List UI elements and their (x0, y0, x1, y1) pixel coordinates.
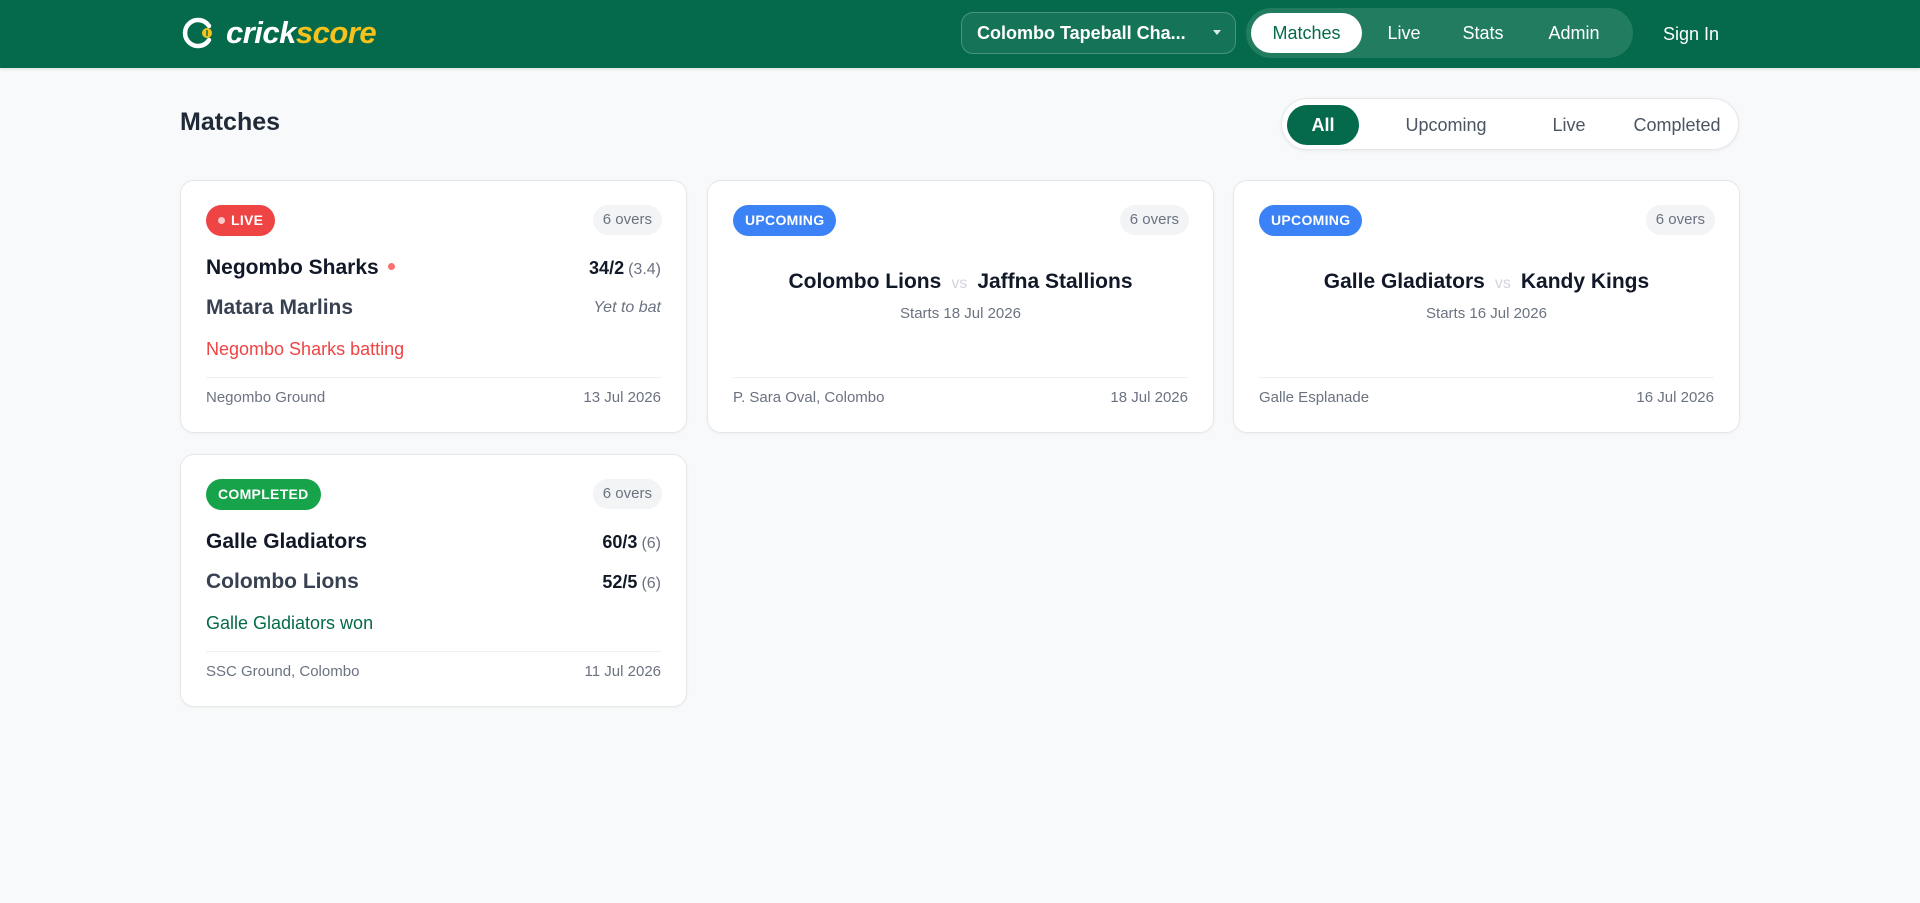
divider (206, 377, 661, 378)
vs-label: vs (951, 275, 968, 292)
status-badge: COMPLETED (206, 479, 321, 510)
team-name: Negombo Sharks (206, 256, 379, 279)
team-name: Colombo Lions (788, 270, 942, 293)
venue: SSC Ground, Colombo (206, 663, 360, 680)
match-summary: Galle Gladiators won (206, 613, 374, 633)
status-filter: All Upcoming Live Completed (1281, 98, 1739, 150)
batting-indicator-icon (387, 263, 395, 270)
status-badge: UPCOMING (733, 205, 837, 236)
divider (206, 651, 661, 652)
match-date: 18 Jul 2026 (1110, 389, 1188, 406)
sign-in-button[interactable]: Sign In (1649, 14, 1733, 54)
team-name: Matara Marlins (206, 296, 354, 319)
fixture-title: Colombo Lions vs Jaffna Stallions (708, 270, 1213, 294)
divider (733, 377, 1188, 378)
filter-live[interactable]: Live (1523, 105, 1615, 145)
team-score: 60/3 (6) (602, 532, 661, 552)
page-title: Matches (180, 108, 281, 136)
match-date: 13 Jul 2026 (583, 389, 661, 406)
main-nav: Matches Live Stats Admin (1246, 8, 1633, 58)
filter-upcoming[interactable]: Upcoming (1378, 105, 1514, 145)
filter-all[interactable]: All (1287, 105, 1359, 145)
team-score: 52/5 (6) (602, 572, 661, 592)
match-summary: Negombo Sharks batting (206, 339, 405, 359)
match-card[interactable]: UPCOMING 6 overs Galle Gladiators vs Kandy… (1233, 180, 1740, 433)
team-score: 34/2 (3.4) (589, 258, 661, 278)
status-badge: UPCOMING (1259, 205, 1363, 236)
team-name: Kandy Kings (1520, 270, 1650, 293)
team-row: Negombo Sharks (206, 256, 395, 280)
start-date: Starts 16 Jul 2026 (1426, 305, 1547, 322)
venue: Negombo Ground (206, 389, 326, 406)
logo[interactable]: crickscore (182, 14, 377, 52)
nav-admin[interactable]: Admin (1530, 13, 1618, 53)
match-card[interactable]: UPCOMING 6 overs Colombo Lions vs Jaffna S… (707, 180, 1214, 433)
match-date: 11 Jul 2026 (584, 663, 661, 680)
status-badge: LIVE (206, 205, 276, 236)
team-name: Colombo Lions (206, 570, 359, 593)
overs-badge: 6 overs (1119, 205, 1189, 235)
tournament-select-value: Colombo Tapeball Cha... (977, 22, 1186, 43)
venue: P. Sara Oval, Colombo (733, 389, 885, 406)
overs-badge: 6 overs (592, 479, 662, 509)
nav-live[interactable]: Live (1372, 13, 1436, 53)
filter-completed[interactable]: Completed (1621, 105, 1733, 145)
tournament-select[interactable]: Colombo Tapeball Cha... (961, 12, 1236, 54)
live-dot-icon (218, 217, 225, 224)
overs-badge: 6 overs (1645, 205, 1715, 235)
divider (1259, 377, 1714, 378)
top-navbar: crickscore Colombo Tapeball Cha... Match… (0, 0, 1920, 68)
venue: Galle Esplanade (1259, 389, 1370, 406)
overs-badge: 6 overs (592, 205, 662, 235)
nav-stats[interactable]: Stats (1446, 13, 1520, 53)
start-date: Starts 18 Jul 2026 (900, 305, 1021, 322)
team-name: Jaffna Stallions (977, 270, 1133, 293)
nav-matches[interactable]: Matches (1251, 13, 1362, 53)
team-name: Galle Gladiators (1323, 270, 1485, 293)
match-card[interactable]: COMPLETED 6 overs Galle Gladiators 60/3(… (180, 454, 687, 707)
yet-to-bat-label: Yet to bat (593, 299, 661, 316)
match-date: 16 Jul 2026 (1636, 389, 1714, 406)
chevron-down-icon (1213, 30, 1221, 35)
logo-text: crickscore (226, 15, 377, 50)
fixture-title: Galle Gladiators vs Kandy Kings (1234, 270, 1739, 294)
team-name: Galle Gladiators (206, 530, 368, 553)
match-card[interactable]: LIVE 6 overs Negombo Sharks 34/2 (3.4) Ma… (180, 180, 687, 433)
vs-label: vs (1494, 275, 1511, 292)
cricket-ball-icon (182, 17, 214, 49)
